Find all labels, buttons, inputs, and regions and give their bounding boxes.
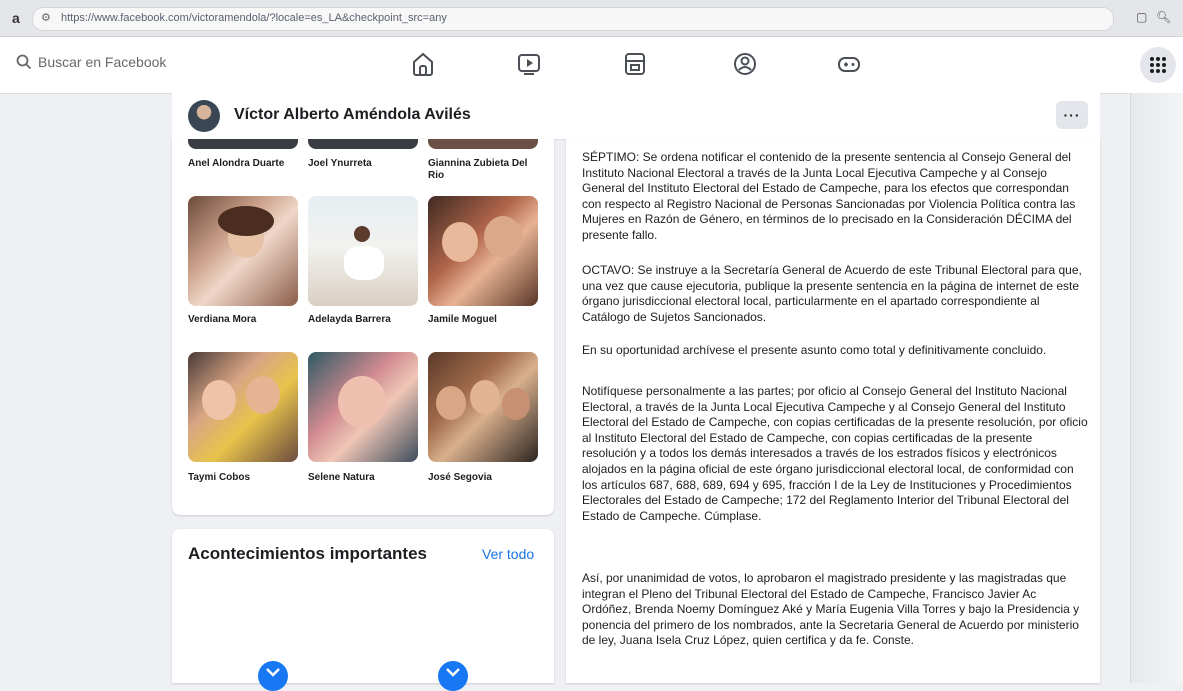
- friend-photo[interactable]: [308, 196, 418, 306]
- post-paragraph: Notifíquese personalmente a las partes; …: [582, 384, 1088, 523]
- search-input[interactable]: Buscar en Facebook: [38, 54, 166, 70]
- post-paragraph: SÉPTIMO: Se ordena notificar el contenid…: [582, 150, 1076, 242]
- site-info-icon[interactable]: ⚙: [41, 11, 51, 24]
- post-paragraph: En su oportunidad archívese el presente …: [582, 343, 1047, 357]
- menu-button[interactable]: [1140, 47, 1176, 83]
- friend-name[interactable]: Selene Natura: [308, 472, 420, 484]
- friend-name[interactable]: Joel Ynurreta: [308, 158, 420, 170]
- url-text[interactable]: https://www.facebook.com/victoramendola/…: [61, 12, 447, 24]
- address-bar[interactable]: ⚙ https://www.facebook.com/victoramendol…: [32, 7, 1114, 31]
- tab-search-icon[interactable]: ▢: [1136, 10, 1147, 24]
- post-paragraph: Así, por unanimidad de votos, lo aprobar…: [582, 571, 1080, 648]
- facebook-header: Buscar en Facebook: [0, 37, 1183, 94]
- friend-name[interactable]: Adelayda Barrera: [308, 314, 420, 326]
- grid-menu-icon: [1150, 57, 1166, 73]
- friend-photo[interactable]: [308, 139, 418, 149]
- friend-photo[interactable]: [188, 139, 298, 149]
- friend-name[interactable]: Taymi Cobos: [188, 472, 300, 484]
- friend-photo[interactable]: [188, 352, 298, 462]
- friends-card: Anel Alondra Duarte Joel Ynurreta Gianni…: [172, 139, 554, 515]
- right-gutter: [1130, 93, 1183, 683]
- marketplace-icon[interactable]: [622, 51, 648, 77]
- friend-name[interactable]: Anel Alondra Duarte: [188, 158, 300, 170]
- groups-icon[interactable]: [732, 51, 758, 77]
- more-options-button[interactable]: ···: [1056, 101, 1088, 129]
- friend-name[interactable]: Jamile Moguel: [428, 314, 540, 326]
- friend-photo[interactable]: [428, 139, 538, 149]
- life-event-icon[interactable]: [258, 661, 288, 691]
- home-icon[interactable]: [410, 51, 436, 77]
- friend-photo[interactable]: [188, 196, 298, 306]
- friend-photo[interactable]: [428, 196, 538, 306]
- avatar[interactable]: [188, 100, 220, 132]
- zoom-icon[interactable]: 🔍︎: [1156, 10, 1171, 24]
- friend-photo[interactable]: [428, 352, 538, 462]
- friend-name[interactable]: Verdiana Mora: [188, 314, 300, 326]
- life-event-icon[interactable]: [438, 661, 468, 691]
- browser-logo-icon: a: [12, 10, 20, 26]
- gaming-icon[interactable]: [836, 51, 862, 77]
- video-icon[interactable]: [516, 51, 542, 77]
- search-box[interactable]: Buscar en Facebook: [16, 54, 166, 70]
- profile-name[interactable]: Víctor Alberto Améndola Avilés: [234, 106, 471, 124]
- search-icon: [16, 54, 32, 70]
- life-events-card: Acontecimientos importantes Ver todo: [172, 529, 554, 691]
- see-all-link[interactable]: Ver todo: [482, 546, 534, 562]
- browser-toolbar: a ⚙ https://www.facebook.com/victoramend…: [0, 0, 1183, 37]
- post-card: SÉPTIMO: Se ordena notificar el contenid…: [566, 139, 1100, 683]
- profile-header-bar: Víctor Alberto Améndola Avilés ···: [172, 93, 1100, 140]
- post-paragraph: OCTAVO: Se instruye a la Secretaría Gene…: [582, 263, 1082, 324]
- section-title: Acontecimientos importantes: [188, 544, 427, 563]
- friend-photo[interactable]: [308, 352, 418, 462]
- friend-name[interactable]: Giannina Zubieta Del Rio: [428, 158, 540, 182]
- friend-name[interactable]: José Segovia: [428, 472, 540, 484]
